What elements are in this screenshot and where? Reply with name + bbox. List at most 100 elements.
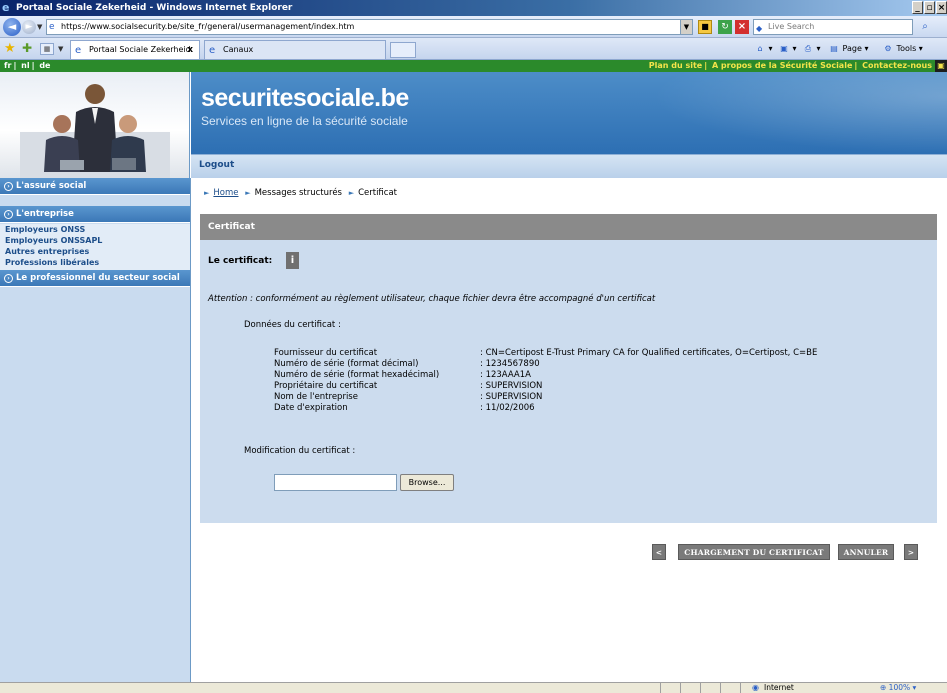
info-icon[interactable]: i: [286, 252, 299, 269]
tools-label: Tools: [896, 44, 917, 53]
page-label: Page: [842, 44, 862, 53]
search-input[interactable]: ◆ Live Search: [753, 19, 913, 35]
sidebar-subitem-professions-liberales[interactable]: Professions libérales: [5, 257, 99, 268]
lang-fr[interactable]: fr: [4, 61, 11, 70]
chevron-circle-icon: ›: [4, 182, 13, 191]
maximize-button[interactable]: ▫: [924, 1, 935, 14]
breadcrumb-certificat: Certificat: [358, 188, 398, 198]
print-command[interactable]: ⎙ ▾: [802, 42, 821, 56]
next-button[interactable]: >: [904, 544, 918, 560]
detail-label: Numéro de série (format hexadécimal): [274, 370, 440, 380]
sidebar-item-label: L'assuré social: [16, 181, 87, 191]
breadcrumb-arrow-icon: ►: [204, 189, 210, 197]
stop-icon[interactable]: ×: [735, 20, 749, 34]
detail-label: Numéro de série (format décimal): [274, 359, 419, 369]
lang-nl[interactable]: nl: [21, 61, 29, 70]
header-photo: [0, 72, 190, 178]
search-placeholder: Live Search: [768, 22, 815, 31]
feeds-command[interactable]: ▣ ▾: [778, 42, 796, 56]
tab-label: Portaal Sociale Zekerheid: [89, 45, 191, 54]
certificate-file-input[interactable]: [274, 474, 397, 491]
sidebar-subitem-employeurs-onssapl[interactable]: Employeurs ONSSAPL: [5, 235, 102, 246]
detail-value: : SUPERVISION: [480, 392, 543, 402]
detail-value: : 1234567890: [480, 359, 540, 369]
page-command[interactable]: ▤ Page ▾: [828, 42, 868, 56]
detail-value: : 11/02/2006: [480, 403, 535, 413]
breadcrumb-messages: Messages structurés: [254, 188, 342, 198]
status-bar: ◉ Internet ⊕ 100% ▾: [0, 682, 947, 693]
user-bar: Logout: [191, 154, 947, 178]
link-a-propos[interactable]: A propos de la Sécurité Sociale: [712, 61, 852, 70]
history-dropdown[interactable]: ▼: [37, 23, 42, 31]
link-plan-du-site[interactable]: Plan du site: [649, 61, 702, 70]
sidebar-item-assure-social[interactable]: › L'assuré social: [0, 178, 190, 195]
add-favorite-icon[interactable]: ✚: [22, 41, 32, 55]
sidebar-subitem-employeurs-onss[interactable]: Employeurs ONSS: [5, 224, 85, 235]
print-icon: ⎙: [804, 44, 812, 53]
sidebar-item-entreprise[interactable]: › L'entreprise: [0, 206, 190, 223]
lang-de[interactable]: de: [39, 61, 50, 70]
address-toolbar: ◄ ► ▼ e https://www.socialsecurity.be/si…: [0, 16, 947, 38]
feeds-icon: ▣: [780, 44, 788, 53]
address-dropdown[interactable]: ▼: [680, 19, 693, 35]
certificate-label: Le certificat:: [208, 256, 273, 266]
tab-portaal[interactable]: e Portaal Sociale Zekerheid x: [70, 40, 200, 59]
breadcrumb-home[interactable]: Home: [213, 188, 238, 198]
tools-icon: ⚙: [884, 44, 892, 53]
new-tab-button[interactable]: [390, 42, 416, 58]
tab-toolbar: ★ ✚ ▦ ▼ e Portaal Sociale Zekerheid x e …: [0, 38, 947, 60]
detail-label: Date d'expiration: [274, 403, 348, 413]
breadcrumb-arrow-icon: ►: [348, 189, 355, 197]
link-contactez-nous[interactable]: Contactez-nous: [862, 61, 932, 70]
zoom-control[interactable]: ⊕ 100% ▾: [880, 683, 916, 693]
certificate-panel: Certificat Le certificat: i Attention : …: [200, 214, 937, 523]
site-logo[interactable]: securitesociale.be: [201, 84, 409, 113]
quick-tabs-icon[interactable]: ▦: [40, 43, 54, 55]
tab-page-icon: e: [209, 45, 216, 56]
back-button[interactable]: ◄: [3, 18, 21, 36]
detail-value: : 123AAA1A: [480, 370, 531, 380]
sidebar-item-label: Le professionnel du secteur social: [16, 273, 180, 283]
sidebar-subitem-autres-entreprises[interactable]: Autres entreprises: [5, 246, 89, 257]
sidebar-item-professionnel[interactable]: › Le professionnel du secteur social: [0, 270, 190, 287]
ie-logo-icon: e: [2, 1, 10, 14]
zone-label: Internet: [764, 683, 794, 692]
sidebar-item-label: L'entreprise: [16, 209, 74, 219]
top-right-icon: ▣: [935, 60, 947, 72]
refresh-icon[interactable]: ↻: [718, 20, 732, 34]
chevron-circle-icon: ›: [4, 274, 13, 283]
forward-button[interactable]: ►: [22, 20, 36, 34]
close-window-button[interactable]: ×: [936, 1, 947, 14]
detail-label: Propriétaire du certificat: [274, 381, 378, 391]
address-input[interactable]: e https://www.socialsecurity.be/site_fr/…: [46, 19, 682, 35]
window-title: Portaal Sociale Zekerheid - Windows Inte…: [16, 3, 293, 13]
search-icon[interactable]: ⌕: [916, 19, 934, 35]
detail-label: Fournisseur du certificat: [274, 348, 378, 358]
browse-button[interactable]: Browse...: [400, 474, 454, 491]
breadcrumb: ► Home ► Messages structurés ► Certificat: [200, 188, 397, 198]
tab-close-icon[interactable]: x: [187, 41, 193, 59]
modification-title: Modification du certificat :: [244, 446, 356, 456]
detail-value: : SUPERVISION: [480, 381, 543, 391]
tab-canaux[interactable]: e Canaux: [204, 40, 386, 59]
home-command[interactable]: ⌂ ▾: [754, 42, 772, 56]
site-banner: securitesociale.be Services en ligne de …: [191, 72, 947, 154]
site-tagline: Services en ligne de la sécurité sociale: [201, 114, 408, 128]
minimize-button[interactable]: _: [912, 1, 923, 14]
tab-list-dropdown[interactable]: ▼: [58, 43, 68, 55]
detail-value: : CN=Certipost E-Trust Primary CA for Qu…: [480, 348, 818, 358]
upload-certificate-button[interactable]: CHARGEMENT DU CERTIFICAT: [678, 544, 830, 560]
site-top-bar: fr | nl | de Plan du site | A propos de la …: [0, 60, 947, 72]
tools-command[interactable]: ⚙ Tools ▾: [882, 42, 922, 56]
detail-label: Nom de l'entreprise: [274, 392, 358, 402]
chevron-circle-icon: ›: [4, 210, 13, 219]
previous-button[interactable]: <: [652, 544, 666, 560]
logout-link[interactable]: Logout: [199, 160, 234, 170]
address-text: https://www.socialsecurity.be/site_fr/ge…: [61, 22, 355, 31]
lock-icon[interactable]: ■: [698, 20, 712, 34]
cancel-button[interactable]: ANNULER: [838, 544, 894, 560]
language-selector: fr | nl | de: [4, 61, 51, 70]
favorites-star-icon[interactable]: ★: [4, 41, 16, 56]
window-controls: _ ▫ ×: [912, 1, 947, 14]
home-icon: ⌂: [757, 44, 763, 53]
